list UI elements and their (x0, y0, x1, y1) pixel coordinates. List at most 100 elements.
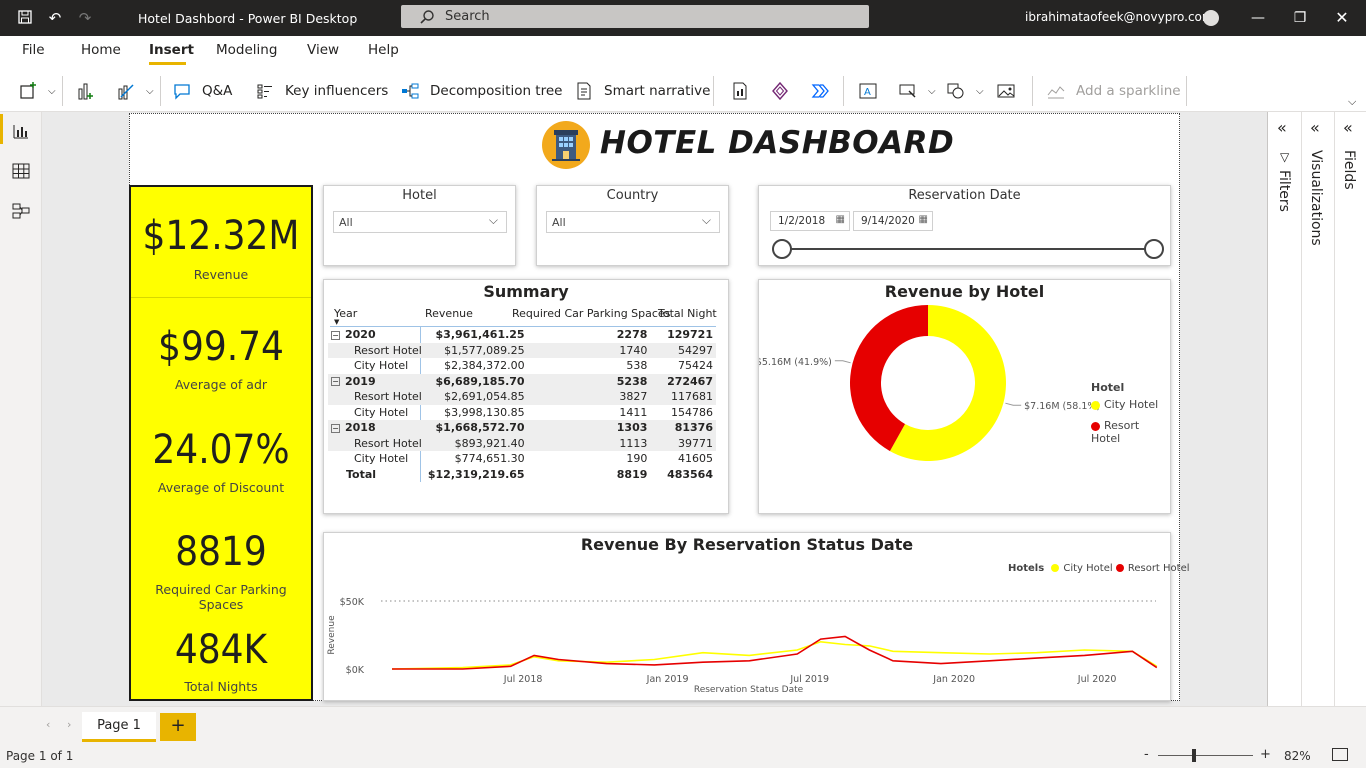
summary-header-revenue[interactable]: Revenue (425, 307, 473, 320)
calendar-icon: ▦ (835, 214, 845, 225)
row-label-text: 2020 (345, 328, 376, 342)
save-icon[interactable] (16, 9, 34, 27)
table-row[interactable]: −2019 $6,689,185.70 5238 272467 (328, 373, 716, 389)
prev-page-icon[interactable]: ‹ (46, 718, 50, 731)
zoom-slider-handle[interactable] (1192, 749, 1196, 762)
summary-header-nights[interactable]: Total Night (658, 307, 717, 320)
redo-icon[interactable]: ↷ (76, 9, 94, 27)
summary-header-parking[interactable]: Required Car Parking Spaces (512, 307, 670, 320)
next-page-icon[interactable]: › (67, 718, 71, 731)
model-view-icon[interactable] (11, 202, 31, 220)
search-input[interactable]: Search (401, 5, 869, 28)
cell-revenue: $2,691,054.85 (424, 389, 528, 405)
legend-resort-hotel[interactable]: Resort Hotel (1091, 419, 1170, 445)
image-button[interactable] (996, 80, 1016, 102)
cell-parking: 1411 (619, 405, 648, 419)
collapse-icon[interactable]: − (331, 377, 340, 387)
table-row[interactable]: Resort Hotel $2,691,054.85 3827 117681 (328, 389, 716, 405)
kpi-adr-value: $99.74 (158, 324, 284, 370)
avatar[interactable] (1203, 10, 1219, 26)
expand-visualizations-icon[interactable]: « (1310, 118, 1320, 137)
data-view-icon[interactable] (11, 162, 31, 180)
expand-filters-icon[interactable]: « (1277, 118, 1287, 137)
kpi-panel[interactable]: $12.32M Revenue $99.74 Average of adr 24… (129, 185, 313, 701)
paginated-report-button[interactable] (730, 80, 750, 102)
new-page-button[interactable]: ⌵ (18, 80, 56, 102)
reservation-date-slicer[interactable]: Reservation Date 1/2/2018 ▦ 9/14/2020 ▦ (758, 185, 1171, 266)
undo-icon[interactable]: ↶ (46, 9, 64, 27)
zoom-slider-track[interactable] (1158, 755, 1253, 756)
text-box-button[interactable]: A (858, 80, 878, 102)
zoom-in-button[interactable]: + (1260, 747, 1271, 762)
cell-parking: 8819 (616, 467, 648, 481)
summary-matrix[interactable]: Summary Year ▼ Revenue Required Car Park… (323, 279, 729, 514)
date-range-start-handle[interactable] (772, 239, 792, 259)
report-view-icon[interactable] (11, 122, 31, 140)
user-email[interactable]: ibrahimataofeek@novypro.com (1025, 10, 1214, 24)
filters-pane-tab[interactable]: Filters (1276, 170, 1292, 212)
kpi-discount-value: 24.07% (152, 427, 290, 473)
menu-view[interactable]: View (307, 42, 339, 58)
chevron-down-icon: ⌵ (701, 213, 711, 227)
kpi-parking-value: 8819 (175, 529, 267, 575)
add-sparkline-button[interactable]: Add a sparkline (1046, 80, 1181, 102)
decomposition-tree-button[interactable]: Decomposition tree (400, 80, 562, 102)
table-row[interactable]: −2018 $1,668,572.70 1303 81376 (328, 420, 716, 436)
row-label-text: 2019 (345, 374, 376, 388)
table-row[interactable]: Resort Hotel $1,577,089.25 1740 54297 (328, 342, 716, 358)
revenue-by-hotel-card[interactable]: Revenue by Hotel $7.16M (58.1%) $5.16M (4… (758, 279, 1171, 514)
table-row[interactable]: City Hotel $2,384,372.00 538 75424 (328, 358, 716, 374)
status-bar: Page 1 of 1 - + 82% (0, 744, 1366, 768)
y-axis-label: Revenue (327, 615, 337, 655)
new-visual-button[interactable] (76, 80, 96, 102)
end-date-input[interactable]: 9/14/2020 ▦ (853, 211, 933, 231)
page-tab[interactable]: Page 1 (82, 712, 156, 742)
date-range-end-handle[interactable] (1144, 239, 1164, 259)
key-influencers-button[interactable]: Key influencers (255, 80, 388, 102)
qa-button[interactable]: Q&A (172, 80, 232, 102)
table-row[interactable]: Resort Hotel $893,921.40 1113 39771 (328, 435, 716, 451)
title-bar: ↶ ↷ Hotel Dashbord - Power BI Desktop Se… (0, 0, 1366, 36)
close-button[interactable]: ✕ (1328, 6, 1356, 30)
series-line-city-hotel[interactable] (391, 640, 1158, 670)
power-automate-button[interactable] (810, 80, 830, 102)
menu-modeling[interactable]: Modeling (216, 42, 277, 58)
zoom-out-button[interactable]: - (1144, 747, 1149, 762)
buttons-button[interactable]: ⌵ (898, 80, 936, 102)
fit-to-page-icon[interactable] (1332, 748, 1348, 761)
hotel-dropdown[interactable]: All ⌵ (333, 211, 507, 233)
table-row[interactable]: City Hotel $3,998,130.85 1411 154786 (328, 405, 716, 421)
country-dropdown[interactable]: All ⌵ (546, 211, 720, 233)
revenue-by-date-card[interactable]: Revenue By Reservation Status Date Hotel… (323, 532, 1190, 702)
revenue-line-chart[interactable]: $0K $50K Jul 2018 Jan 2019 Jul 2019 Jan 2020 J… (324, 533, 1172, 702)
kpi-adr-label: Average of adr (174, 377, 268, 392)
table-row[interactable]: Total $12,319,219.65 8819 483564 (328, 467, 716, 483)
chat-icon (174, 84, 190, 100)
restore-button[interactable]: ❐ (1286, 6, 1314, 30)
ribbon-separator (160, 76, 161, 106)
menu-home[interactable]: Home (81, 42, 121, 58)
country-slicer[interactable]: Country All ⌵ (536, 185, 729, 266)
menu-file[interactable]: File (22, 42, 45, 58)
start-date-input[interactable]: 1/2/2018 ▦ (770, 211, 850, 231)
collapse-icon[interactable]: − (331, 423, 340, 433)
fields-pane-tab[interactable]: Fields (1341, 150, 1357, 190)
menu-insert[interactable]: Insert (149, 42, 194, 58)
legend-city-hotel[interactable]: City Hotel (1091, 398, 1158, 411)
expand-fields-icon[interactable]: « (1343, 118, 1353, 137)
smart-narrative-button[interactable]: Smart narrative (574, 80, 710, 102)
table-row[interactable]: −2020 $3,961,461.25 2278 129721 (328, 327, 716, 343)
donut-leader-line (834, 360, 851, 364)
more-visuals-button[interactable]: ⌵ (116, 80, 154, 102)
add-page-button[interactable]: + (160, 713, 196, 741)
hotel-slicer[interactable]: Hotel All ⌵ (323, 185, 516, 266)
menu-help[interactable]: Help (368, 42, 399, 58)
table-row[interactable]: City Hotel $774,651.30 190 41605 (328, 451, 716, 467)
collapse-icon[interactable]: − (331, 330, 340, 340)
minimize-button[interactable]: — (1244, 6, 1272, 30)
shapes-button[interactable]: ⌵ (946, 80, 984, 102)
visualizations-pane-tab[interactable]: Visualizations (1308, 150, 1324, 246)
power-apps-button[interactable] (770, 80, 790, 102)
ribbon-collapse-icon[interactable]: ⌵ (1348, 95, 1356, 109)
window-title: Hotel Dashbord - Power BI Desktop (138, 11, 358, 26)
